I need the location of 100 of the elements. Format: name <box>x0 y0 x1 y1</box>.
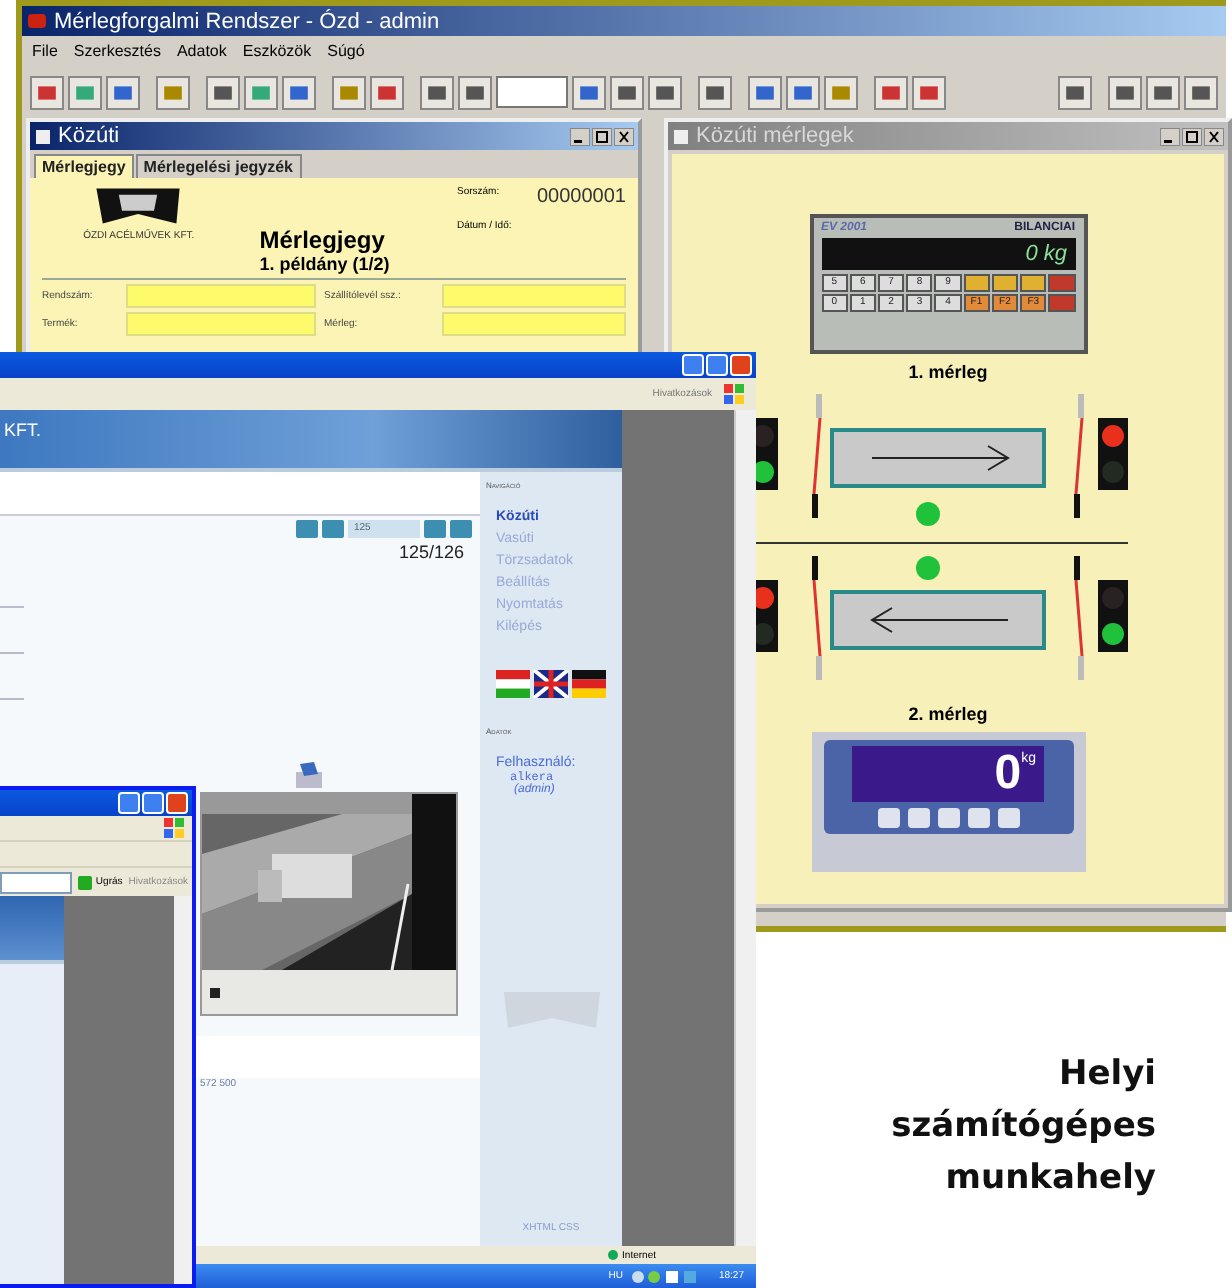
square-icon <box>1064 81 1086 103</box>
barrier-icon <box>1074 556 1084 680</box>
key[interactable] <box>963 274 990 292</box>
square-icon <box>578 81 600 103</box>
input-field[interactable] <box>126 312 316 336</box>
key[interactable] <box>937 808 959 828</box>
menu-item[interactable]: Súgó <box>327 42 365 60</box>
square-icon <box>880 81 902 103</box>
address-field[interactable] <box>0 871 72 893</box>
square-icon <box>1190 81 1212 103</box>
square-icon <box>162 81 184 103</box>
barrier-icon <box>812 556 822 680</box>
flag-icon[interactable] <box>572 670 606 698</box>
serial-number: 00000001 <box>537 186 626 208</box>
close-button[interactable] <box>614 127 634 145</box>
toolbar-button[interactable] <box>244 75 278 109</box>
square-icon <box>426 81 448 103</box>
square-icon <box>654 81 676 103</box>
key[interactable] <box>1020 274 1047 292</box>
toolbar-button[interactable] <box>1058 75 1092 109</box>
square-icon <box>376 81 398 103</box>
toolbar-button[interactable] <box>1184 75 1218 109</box>
input-field[interactable] <box>126 284 316 308</box>
toolbar-button[interactable] <box>786 75 820 109</box>
toolbar-button[interactable] <box>68 75 102 109</box>
window-title: Közúti <box>58 124 122 148</box>
square-icon <box>1114 81 1136 103</box>
key[interactable] <box>991 274 1019 292</box>
caption: Helyi számítógépes munkahely <box>889 1052 1156 1202</box>
toolbar-button[interactable] <box>156 75 190 109</box>
scale-label: 1. mérleg <box>908 362 988 382</box>
toolbar-button[interactable] <box>572 75 606 109</box>
toolbar-button[interactable] <box>610 75 644 109</box>
flag-icon[interactable] <box>531 670 571 698</box>
square-icon <box>250 81 272 103</box>
square-icon <box>112 81 134 103</box>
toolbar-button[interactable] <box>748 75 782 109</box>
square-icon <box>464 81 486 103</box>
toolbar-button[interactable] <box>30 75 64 109</box>
camera-icon[interactable] <box>296 760 322 788</box>
square-icon <box>918 81 940 103</box>
toolbar-button[interactable] <box>106 75 140 109</box>
copy-label: 1. példány (1/2) <box>259 254 392 274</box>
square-icon <box>792 81 814 103</box>
toolbar-button[interactable] <box>206 75 240 109</box>
header-text: KFT. <box>4 420 42 440</box>
window-icon <box>34 127 52 145</box>
toolbar-button[interactable] <box>912 75 946 109</box>
windows-logo-icon <box>724 384 744 404</box>
toolbar-button[interactable] <box>420 75 454 109</box>
minimize-button[interactable] <box>570 127 590 145</box>
app-icon <box>28 14 46 28</box>
page-header <box>0 896 64 964</box>
toolbar-button[interactable] <box>282 75 316 109</box>
scrollbar[interactable] <box>174 896 192 1284</box>
toolbar-button[interactable] <box>370 75 404 109</box>
toolbar-button[interactable] <box>698 75 732 109</box>
square-icon <box>36 81 58 103</box>
scale-label: 2. mérleg <box>908 704 988 724</box>
key[interactable] <box>997 808 1019 828</box>
toolbar-button[interactable] <box>1146 75 1180 109</box>
square-icon <box>704 81 726 103</box>
record-field[interactable] <box>496 76 568 108</box>
toolbar-button[interactable] <box>824 75 858 109</box>
square-icon <box>1152 81 1174 103</box>
key[interactable] <box>877 808 899 828</box>
window-title: Mérlegforgalmi Rendszer - Ózd - admin <box>54 9 440 33</box>
square-icon <box>616 81 638 103</box>
key[interactable] <box>907 808 929 828</box>
square-icon <box>754 81 776 103</box>
square-icon <box>74 81 96 103</box>
weight-display: 0 kg <box>821 238 1075 270</box>
menu-item[interactable]: Eszközök <box>242 42 312 60</box>
toolbar-button[interactable] <box>648 75 682 109</box>
square-icon <box>212 81 234 103</box>
square-icon <box>288 81 310 103</box>
square-icon <box>338 81 360 103</box>
menu-item[interactable]: File <box>32 42 58 60</box>
window-title: Közúti mérlegek <box>696 124 856 148</box>
scrollbar[interactable] <box>734 410 756 1246</box>
input-field[interactable] <box>442 284 626 308</box>
toolbar-button[interactable] <box>874 75 908 109</box>
menu-item[interactable]: Adatok <box>176 42 227 60</box>
tab[interactable]: Mérlegjegy <box>34 154 134 178</box>
barrier-icon <box>812 394 822 518</box>
toolbar-button[interactable] <box>332 75 366 109</box>
toolbar-button[interactable] <box>458 75 492 109</box>
windows-logo-icon <box>164 818 184 838</box>
page-count: 125/126 <box>398 542 464 562</box>
input-field[interactable] <box>442 312 626 336</box>
tab[interactable]: Mérlegelési jegyzék <box>135 154 302 178</box>
menu-item[interactable]: Szerkesztés <box>73 42 161 60</box>
maximize-button[interactable] <box>592 127 612 145</box>
key[interactable] <box>967 808 989 828</box>
stop-button[interactable] <box>210 987 220 997</box>
toolbar-button[interactable] <box>1108 75 1142 109</box>
window-icon <box>672 127 690 145</box>
square-icon <box>830 81 852 103</box>
barrier-icon <box>1074 394 1084 518</box>
weight-display: 0 <box>994 746 1022 802</box>
